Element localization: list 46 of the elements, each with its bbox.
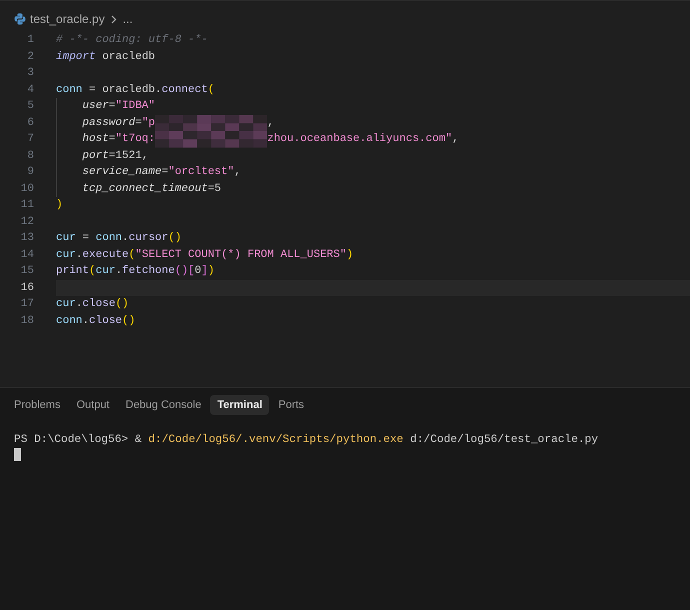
line-number: 3 bbox=[26, 66, 34, 81]
line-number: 16 bbox=[20, 280, 34, 296]
code-text: port=1521, bbox=[82, 148, 148, 164]
terminal-cursor bbox=[14, 448, 21, 461]
code-text: cur = conn.cursor() bbox=[56, 231, 182, 246]
code-text: conn = oracledb.connect( bbox=[56, 82, 214, 98]
line-number: 17 bbox=[20, 297, 34, 312]
line-number: 12 bbox=[20, 214, 34, 230]
breadcrumb-more-link[interactable]: ... bbox=[122, 12, 133, 26]
chevron-right-icon bbox=[110, 14, 117, 24]
code-text: ) bbox=[56, 198, 63, 213]
code-text: print(cur.fetchone()[0]) bbox=[56, 264, 214, 279]
line-number: 10 bbox=[20, 182, 34, 196]
line-number: 11 bbox=[20, 198, 34, 213]
terminal-line: PS D:\Code\log56> & d:/Code/log56/.venv/Scripts/python.exe d:/Code/log56/test_oracle.py bbox=[14, 432, 598, 448]
line-number: 8 bbox=[26, 148, 34, 164]
code-text: , bbox=[267, 116, 274, 130]
breadcrumb-file-link[interactable]: test_oracle.py bbox=[30, 12, 105, 26]
line-number: 9 bbox=[26, 165, 34, 180]
line-number: 7 bbox=[26, 132, 34, 147]
code-text: user="IDBA" bbox=[82, 99, 156, 114]
code-text: service_name="orcltest", bbox=[82, 165, 241, 180]
code-text: host="t7oq: bbox=[82, 132, 156, 147]
code-text: # -*- coding: utf-8 -*- bbox=[56, 33, 208, 48]
line-number: 18 bbox=[20, 314, 34, 328]
panel-tab[interactable]: Debug Console bbox=[118, 395, 208, 415]
code-text: password="p bbox=[82, 116, 156, 130]
panel-tab[interactable]: Output bbox=[69, 395, 116, 415]
panel-tab[interactable]: Problems bbox=[7, 395, 68, 415]
code-text: import oracledb bbox=[56, 50, 156, 64]
line-number: 5 bbox=[26, 99, 34, 114]
code-text: cur.close() bbox=[56, 297, 129, 312]
line-number: 1 bbox=[26, 33, 34, 48]
line-number: 13 bbox=[20, 231, 34, 246]
line-number: 6 bbox=[26, 116, 34, 130]
panel-tab[interactable]: Ports bbox=[271, 395, 312, 415]
code-text: cur.execute("SELECT COUNT(*) FROM ALL_USERS") bbox=[56, 248, 354, 262]
file-type-icon bbox=[14, 13, 26, 25]
code-text: tcp_connect_timeout=5 bbox=[82, 182, 222, 196]
line-number: 14 bbox=[20, 248, 34, 262]
line-number: 15 bbox=[20, 264, 34, 279]
panel-tab[interactable]: Terminal bbox=[210, 395, 270, 415]
code-text: conn.close() bbox=[56, 314, 136, 328]
line-number: 2 bbox=[26, 50, 34, 64]
line-number: 4 bbox=[26, 82, 34, 98]
code-text: zhou.oceanbase.aliyuncs.com", bbox=[267, 132, 459, 147]
